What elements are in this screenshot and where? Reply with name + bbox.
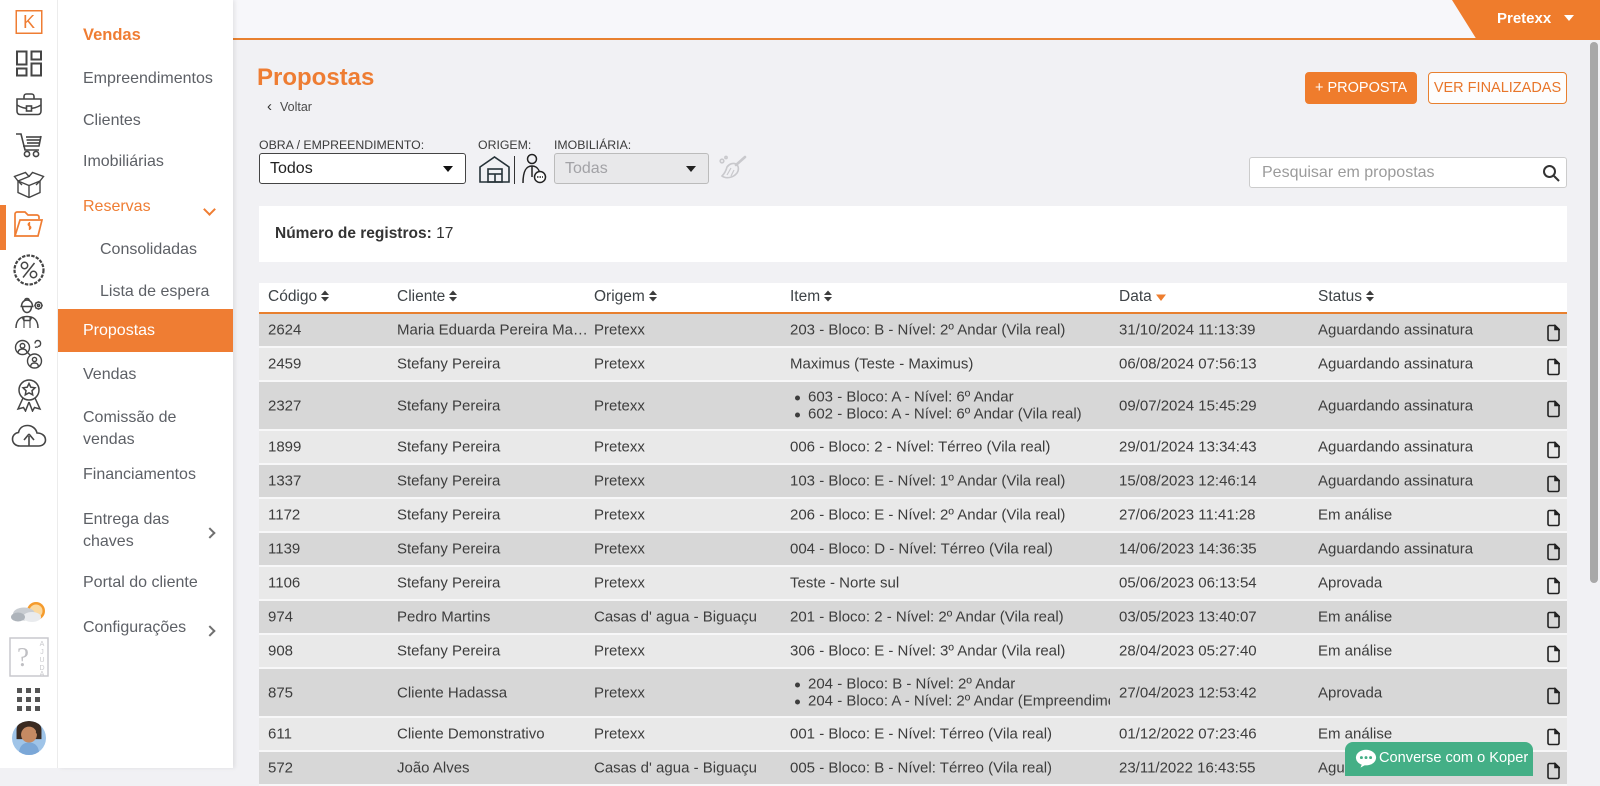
svg-text:A: A: [39, 671, 44, 677]
svg-text:?: ?: [17, 642, 29, 672]
svg-text:K: K: [22, 12, 34, 32]
svg-text:U: U: [39, 657, 44, 664]
svg-text:J: J: [40, 649, 44, 656]
svg-text:A: A: [39, 641, 44, 648]
